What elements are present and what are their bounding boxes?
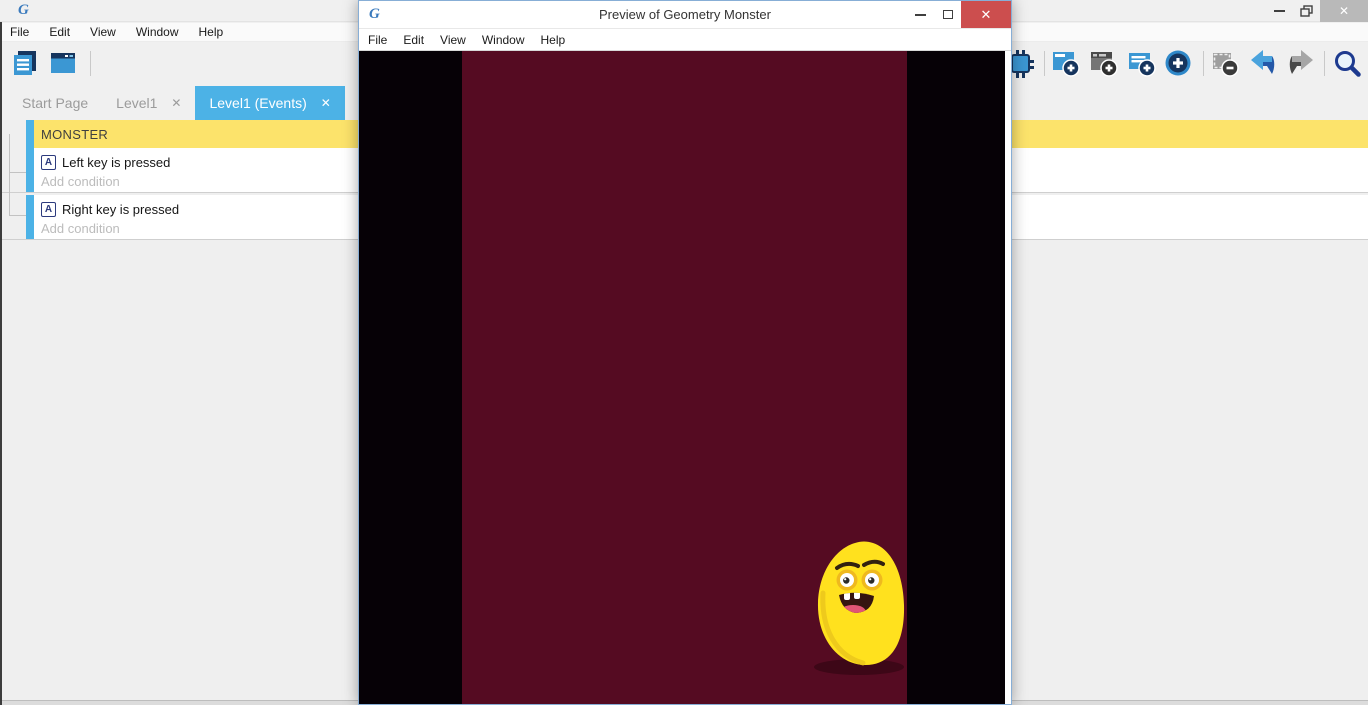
condition-text: Left key is pressed bbox=[62, 155, 170, 170]
restore-icon bbox=[1300, 5, 1314, 18]
add-event-dialog-icon[interactable] bbox=[1163, 48, 1193, 78]
event-tree-margin bbox=[2, 195, 26, 239]
tab-close-icon[interactable]: ✕ bbox=[171, 96, 181, 110]
event-selection-bar bbox=[26, 195, 34, 239]
add-comment-icon[interactable] bbox=[1127, 48, 1157, 78]
undo-icon[interactable] bbox=[1248, 48, 1278, 78]
menu-view[interactable]: View bbox=[80, 25, 126, 39]
tree-connector-line bbox=[9, 215, 26, 216]
tab-label: Level1 bbox=[116, 95, 157, 111]
keyboard-key-icon: A bbox=[41, 155, 56, 170]
preview-minimize-button[interactable] bbox=[907, 1, 934, 28]
menu-help[interactable]: Help bbox=[189, 25, 234, 39]
event-selection-bar bbox=[26, 120, 34, 148]
toolbar-separator bbox=[1044, 51, 1045, 76]
maximize-icon bbox=[943, 10, 953, 19]
preview-menubar: File Edit View Window Help bbox=[359, 29, 1011, 51]
condition-text: Right key is pressed bbox=[62, 202, 179, 217]
gdevelop-logo-icon: G bbox=[18, 3, 29, 18]
tab-label: Start Page bbox=[22, 95, 88, 111]
tab-level1-events[interactable]: Level1 (Events) ✕ bbox=[195, 86, 344, 120]
minimize-icon bbox=[1274, 10, 1285, 12]
minimize-button[interactable] bbox=[1266, 0, 1293, 22]
preview-close-button[interactable]: ✕ bbox=[961, 1, 1011, 28]
monster-eye-right bbox=[862, 570, 883, 591]
redo-icon[interactable] bbox=[1286, 48, 1316, 78]
menu-view[interactable]: View bbox=[432, 33, 474, 47]
tab-close-icon[interactable]: ✕ bbox=[321, 96, 331, 110]
event-selection-bar bbox=[26, 148, 34, 192]
menu-edit[interactable]: Edit bbox=[395, 33, 432, 47]
close-button[interactable]: ✕ bbox=[1320, 0, 1368, 22]
monster-sprite bbox=[811, 538, 911, 678]
menu-help[interactable]: Help bbox=[533, 33, 574, 47]
preview-maximize-button[interactable] bbox=[934, 1, 961, 28]
toolbar-separator bbox=[1324, 51, 1325, 76]
project-manager-icon[interactable] bbox=[10, 48, 40, 78]
add-sub-event-icon[interactable] bbox=[1089, 48, 1119, 78]
game-canvas[interactable] bbox=[359, 51, 1011, 704]
delete-event-icon[interactable] bbox=[1210, 48, 1240, 78]
menu-edit[interactable]: Edit bbox=[39, 25, 80, 39]
keyboard-key-icon: A bbox=[41, 202, 56, 217]
tree-connector-line bbox=[9, 172, 26, 173]
menu-file[interactable]: File bbox=[368, 33, 395, 47]
tab-level1[interactable]: Level1 ✕ bbox=[102, 86, 195, 120]
gdevelop-logo-icon: G bbox=[369, 7, 380, 22]
menu-window[interactable]: Window bbox=[126, 25, 189, 39]
game-letterbox bbox=[359, 51, 1005, 704]
add-event-icon[interactable] bbox=[1051, 48, 1081, 78]
monster-eye-left bbox=[837, 570, 858, 591]
restore-button[interactable] bbox=[1293, 0, 1320, 22]
tree-connector-line bbox=[9, 134, 10, 216]
toolbar-separator bbox=[90, 51, 91, 76]
search-icon[interactable] bbox=[1332, 48, 1362, 78]
preview-titlebar[interactable]: Preview of Geometry Monster G ✕ bbox=[359, 1, 1011, 29]
scene-editor-icon[interactable] bbox=[48, 48, 78, 78]
window-left-edge bbox=[0, 22, 2, 705]
menu-file[interactable]: File bbox=[10, 25, 39, 39]
event-tree-margin bbox=[2, 148, 26, 192]
minimize-icon bbox=[915, 14, 926, 16]
close-icon: ✕ bbox=[1339, 4, 1349, 18]
preview-window: Preview of Geometry Monster G ✕ File Edi… bbox=[358, 0, 1012, 705]
menu-window[interactable]: Window bbox=[474, 33, 533, 47]
event-tree-margin bbox=[2, 120, 26, 148]
close-icon: ✕ bbox=[981, 7, 992, 23]
tab-start-page[interactable]: Start Page bbox=[8, 86, 102, 120]
toolbar-separator bbox=[1203, 51, 1204, 76]
tab-label: Level1 (Events) bbox=[209, 95, 306, 111]
